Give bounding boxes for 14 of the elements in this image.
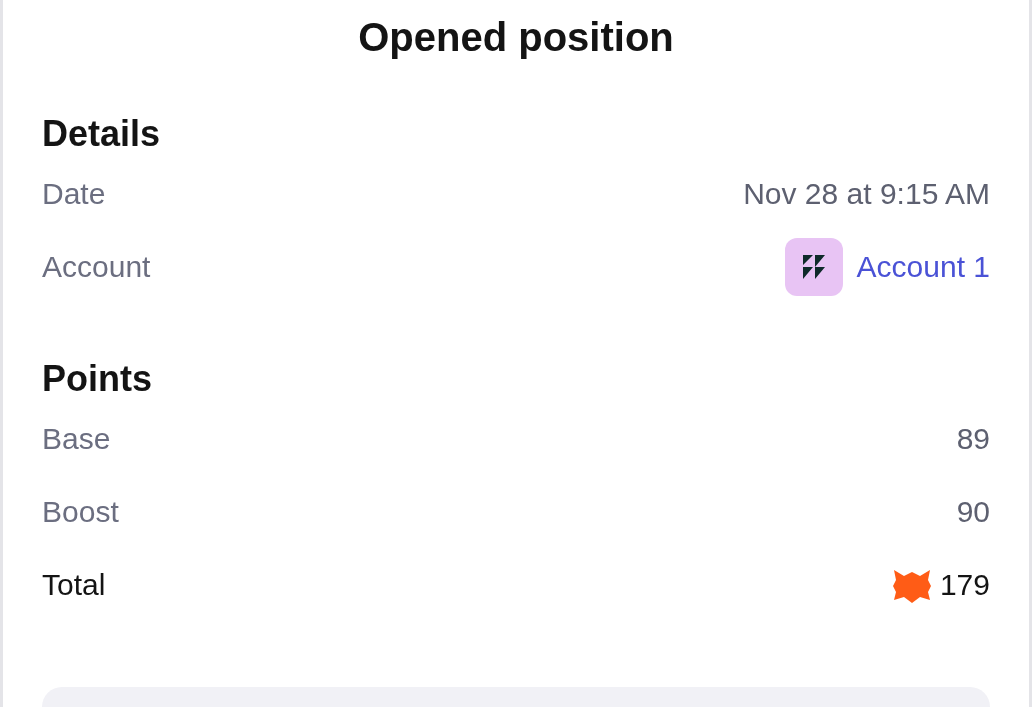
row-value: Nov 28 at 9:15 AM <box>743 176 990 211</box>
row-label: Base <box>42 421 111 456</box>
row-label: Date <box>42 176 106 211</box>
section-heading: Details <box>42 112 162 156</box>
row-label: Boost <box>42 494 119 529</box>
account-link[interactable]: Account 1 <box>856 249 990 284</box>
row-label: Account <box>42 249 151 284</box>
row-value: 179 <box>939 567 990 602</box>
account-avatar-icon <box>784 237 843 296</box>
row-label: Total <box>42 567 106 602</box>
row-value: 89 <box>956 421 990 456</box>
section-heading: Points <box>42 357 153 401</box>
page-title: Opened position <box>357 14 675 61</box>
row-value: 90 <box>956 494 990 529</box>
